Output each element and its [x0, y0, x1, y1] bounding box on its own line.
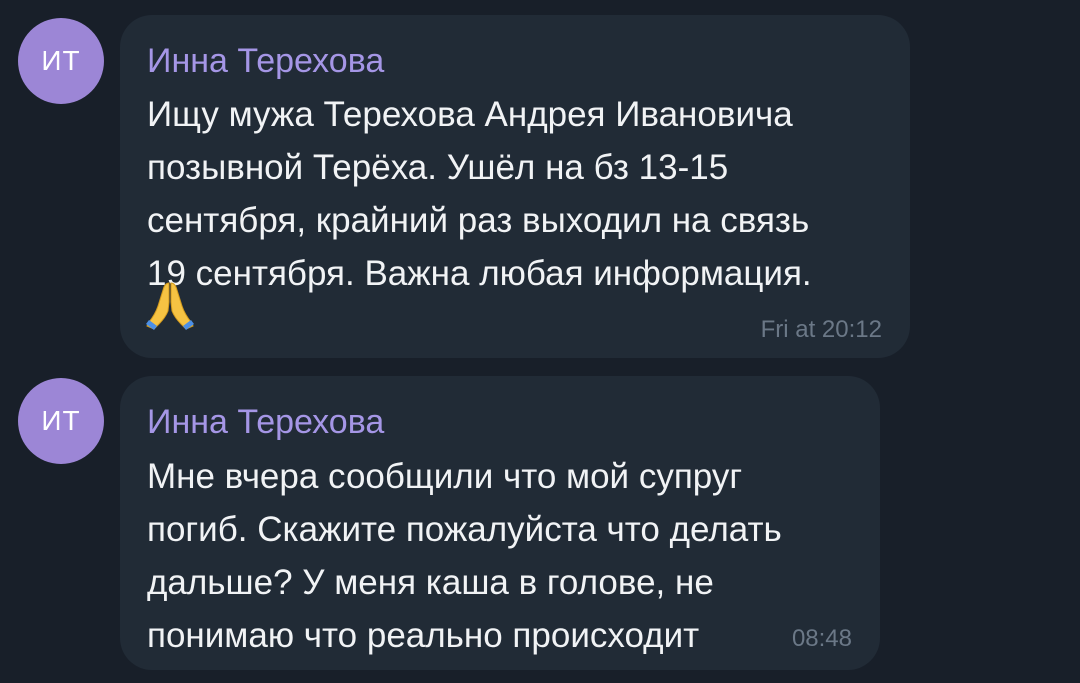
message-bubble[interactable]: Инна Терехова Мне вчера сообщили что мой… — [120, 376, 880, 670]
message-text: Мне вчера сообщили что мой супруг погиб.… — [147, 450, 782, 662]
folded-hands-emoji — [146, 282, 194, 330]
message-text-line: понимаю что реально происходит — [147, 616, 700, 655]
sender-avatar[interactable]: ИТ — [18, 378, 104, 464]
sender-name[interactable]: Инна Терехова — [147, 42, 384, 81]
message-bubble[interactable]: Инна Терехова Ищу мужа Терехова Андрея И… — [120, 15, 910, 358]
sender-name[interactable]: Инна Терехова — [147, 403, 384, 442]
message-text-line: позывной Терёха. Ушёл на бз 13-15 — [147, 148, 729, 187]
message-text-line: дальше? У меня каша в голове, не — [147, 563, 714, 602]
message-timestamp: Fri at 20:12 — [760, 316, 882, 343]
message-timestamp: 08:48 — [791, 625, 852, 652]
message-text-line: Ищу мужа Терехова Андрея Ивановича — [147, 95, 793, 134]
message-text-line: Мне вчера сообщили что мой супруг — [147, 457, 743, 496]
message-text-line: погиб. Скажите пожалуйста что делать — [147, 510, 782, 549]
message-text-line: сентября, крайний раз выходил на связь — [147, 201, 810, 240]
message-text-line: 19 сентября. Важна любая информация. — [147, 254, 812, 293]
message-text: Ищу мужа Терехова Андрея Ивановича позыв… — [147, 88, 812, 300]
sender-avatar[interactable]: ИТ — [18, 18, 104, 104]
